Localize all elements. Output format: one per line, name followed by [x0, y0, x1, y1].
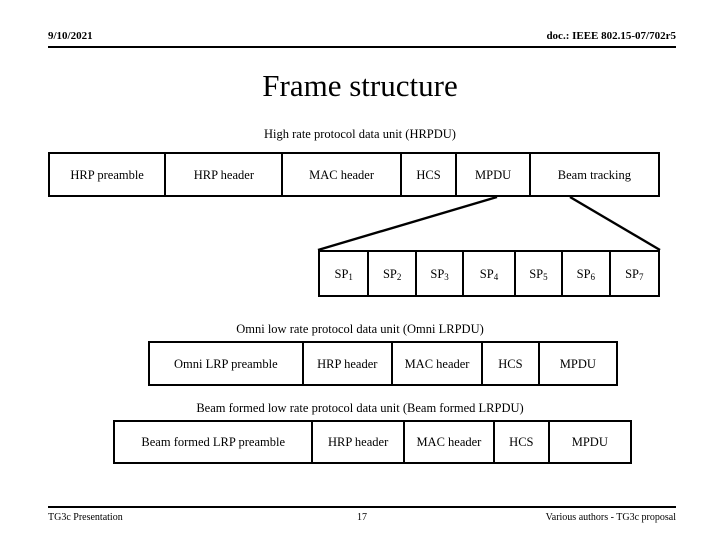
field-bf-hrp-header: HRP header — [313, 422, 405, 462]
field-mpdu: MPDU — [457, 154, 531, 195]
footer-authors: Various authors - TG3c proposal — [545, 512, 676, 523]
sp-5-label: SP — [529, 266, 544, 281]
sp-4-index: 4 — [493, 271, 499, 282]
field-sp-3: SP 3 — [416, 252, 465, 295]
field-hcs: HCS — [401, 154, 458, 195]
frame-row-subpackets: SP 1 SP 2 SP 3 SP 4 SP 5 SP 6 SP 7 — [318, 250, 660, 297]
sp-6-label: SP — [576, 266, 591, 281]
caption-hrpdu: High rate protocol data unit (HRPDU) — [264, 127, 456, 141]
field-sp-5: SP 5 — [515, 252, 564, 295]
sp-3-label: SP — [430, 266, 445, 281]
header-divider — [48, 46, 676, 48]
header-document-id: doc.: IEEE 802.15-07/702r5 — [546, 30, 676, 42]
slide-footer: TG3c Presentation 17 Various authors - T… — [48, 506, 676, 530]
slide-header: 9/10/2021 doc.: IEEE 802.15-07/702r5 — [48, 30, 676, 50]
sp-4-label: SP — [479, 266, 494, 281]
field-bf-mac-header: MAC header — [404, 422, 496, 462]
field-omni-hrp-header: HRP header — [303, 343, 393, 384]
field-sp-7: SP 7 — [610, 252, 658, 295]
footer-divider — [48, 506, 676, 508]
field-sp-1: SP 1 — [320, 252, 370, 295]
frame-row-beamformed-lrpdu: Beam formed LRP preamble HRP header MAC … — [113, 420, 632, 464]
sp-2-index: 2 — [396, 271, 402, 282]
field-omni-mpdu: MPDU — [539, 343, 616, 384]
field-sp-6: SP 6 — [563, 252, 611, 295]
field-omni-lrp-preamble: Omni LRP preamble — [150, 343, 304, 384]
sp-5-index: 5 — [543, 271, 548, 282]
caption-beamformed-lrpdu: Beam formed low rate protocol data unit … — [196, 401, 524, 415]
field-sp-2: SP 2 — [369, 252, 417, 295]
field-beam-tracking: Beam tracking — [530, 154, 658, 195]
field-omni-mac-header: MAC header — [392, 343, 484, 384]
field-hrp-preamble: HRP preamble — [50, 154, 167, 195]
slide: 9/10/2021 doc.: IEEE 802.15-07/702r5 Fra… — [0, 0, 720, 540]
sp-1-label: SP — [334, 266, 349, 281]
frame-row-omni-lrpdu: Omni LRP preamble HRP header MAC header … — [148, 341, 618, 386]
caption-omni-lrpdu: Omni low rate protocol data unit (Omni L… — [236, 322, 484, 336]
field-bf-lrp-preamble: Beam formed LRP preamble — [115, 422, 314, 462]
page-title: Frame structure — [262, 68, 458, 103]
header-date: 9/10/2021 — [48, 30, 93, 42]
sp-7-index: 7 — [638, 271, 644, 282]
sp-1-index: 1 — [348, 271, 353, 282]
frame-row-hrpdu: HRP preamble HRP header MAC header HCS M… — [48, 152, 660, 197]
sp-7-label: SP — [625, 266, 639, 281]
field-bf-mpdu: MPDU — [549, 422, 630, 462]
field-mac-header: MAC header — [283, 154, 402, 195]
field-sp-4: SP 4 — [464, 252, 516, 295]
field-bf-hcs: HCS — [495, 422, 550, 462]
field-omni-hcs: HCS — [483, 343, 540, 384]
sp-2-label: SP — [382, 266, 397, 281]
sp-3-index: 3 — [444, 271, 449, 282]
sp-6-index: 6 — [590, 271, 596, 282]
field-hrp-header: HRP header — [166, 154, 284, 195]
